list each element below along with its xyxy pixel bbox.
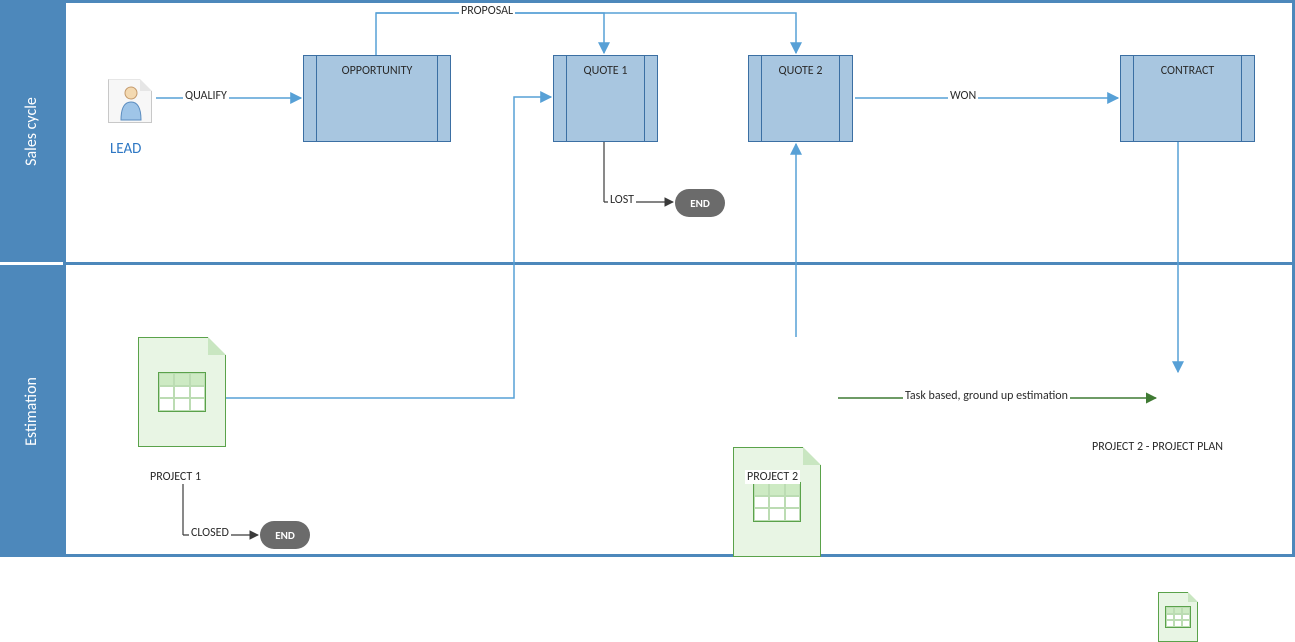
lane-label-estimation-text: Estimation	[22, 377, 41, 446]
person-icon	[108, 79, 152, 123]
edge-qualify-label: QUALIFY	[183, 89, 229, 103]
quote1-label: QUOTE 1	[584, 64, 628, 78]
edge-taskbased-label: Task based, ground up estimation	[903, 389, 1070, 403]
spreadsheet-icon	[1165, 606, 1191, 628]
lane-label-sales-text: Sales cycle	[22, 97, 41, 166]
quote2-node: QUOTE 2	[748, 55, 853, 142]
project2plan-label: PROJECT 2 - PROJECT PLAN	[1090, 440, 1225, 454]
opportunity-label: OPPORTUNITY	[342, 64, 413, 78]
lead-node	[108, 79, 152, 123]
edge-project1-to-quote1	[224, 97, 551, 398]
lane-label-sales: Sales cycle	[0, 0, 63, 262]
project2-node	[733, 447, 821, 557]
spreadsheet-icon	[753, 482, 801, 522]
end-closed-node: END	[260, 521, 310, 549]
spreadsheet-icon	[158, 372, 206, 412]
quote2-label: QUOTE 2	[779, 64, 823, 78]
contract-node: CONTRACT	[1120, 55, 1255, 142]
lead-label: LEAD	[108, 140, 143, 158]
quote1-node: QUOTE 1	[553, 55, 658, 142]
diagram-root: Sales cycle Estimation	[0, 0, 1295, 557]
diagram-canvas: LEAD OPPORTUNITY QUOTE 1 QUOTE 2 CONTRAC…	[63, 0, 1295, 557]
end-closed-label: END	[275, 529, 295, 542]
project1-label: PROJECT 1	[148, 470, 203, 484]
contract-label: CONTRACT	[1161, 64, 1215, 78]
end-lost-node: END	[675, 189, 725, 217]
end-lost-label: END	[690, 197, 710, 210]
edge-proposal-label: PROPOSAL	[459, 4, 515, 18]
lane-label-estimation: Estimation	[0, 265, 63, 557]
edge-lost-label: LOST	[608, 193, 636, 207]
project2plan-node	[1158, 592, 1198, 642]
edge-closed-label: CLOSED	[189, 526, 231, 540]
opportunity-node: OPPORTUNITY	[303, 55, 451, 142]
edge-proposal-to-quote2	[376, 13, 796, 53]
connector-layer	[63, 0, 1295, 557]
edge-proposal-to-quote1	[376, 13, 604, 55]
project1-node	[138, 337, 226, 447]
project2-label: PROJECT 2	[745, 470, 800, 484]
edge-won-label: WON	[948, 89, 978, 103]
